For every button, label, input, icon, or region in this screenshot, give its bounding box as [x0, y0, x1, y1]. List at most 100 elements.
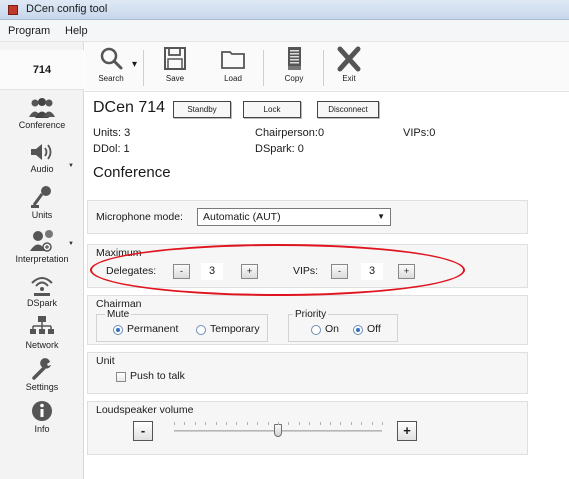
vips-increment-button[interactable]: +: [398, 264, 415, 279]
vips-decrement-button[interactable]: -: [331, 264, 348, 279]
delegates-value[interactable]: 3: [201, 263, 223, 280]
chevron-down-icon: ▼: [377, 212, 385, 221]
volume-increase-button[interactable]: +: [397, 421, 417, 441]
toolbar-divider: [263, 50, 264, 86]
load-button[interactable]: Load: [213, 46, 253, 90]
menu-program[interactable]: Program: [8, 25, 50, 37]
sidebar-item-units[interactable]: Units: [0, 183, 84, 229]
info-icon: [32, 401, 52, 421]
sidebar-item-label: Settings: [25, 382, 59, 392]
disconnect-button[interactable]: Disconnect: [317, 101, 379, 118]
sidebar-item-interpretation[interactable]: Interpretation ▼: [0, 227, 84, 273]
vips-count: VIPs:0: [403, 127, 436, 139]
ddol-count: DDol: 1: [93, 143, 130, 155]
volume-tick: [340, 422, 341, 425]
microphone-icon: [31, 186, 51, 208]
volume-tick: [184, 422, 185, 425]
units-count: Units: 3: [93, 127, 131, 139]
mute-group: Mute Permanent Temporary: [96, 309, 268, 342]
sidebar-item-info[interactable]: Info: [0, 397, 84, 443]
mute-permanent-label: Permanent: [127, 323, 179, 335]
sidebar-item-label: Network: [25, 340, 59, 350]
menu-help[interactable]: Help: [65, 25, 88, 37]
lock-button[interactable]: Lock: [243, 101, 301, 118]
search-icon: [100, 47, 123, 70]
sidebar-item-label: Conference: [18, 120, 66, 130]
priority-on-label: On: [325, 323, 340, 335]
priority-on-radio[interactable]: [311, 325, 321, 335]
folder-icon: [221, 51, 245, 69]
exit-button[interactable]: Exit: [329, 46, 369, 90]
delegates-label: Delegates:: [106, 265, 157, 277]
app-icon: [8, 5, 18, 15]
chairman-panel: Chairman Mute Permanent Temporary Priori…: [87, 295, 528, 345]
sidebar-item-label: Audio: [30, 164, 54, 174]
volume-tick: [174, 422, 175, 425]
wrench-icon: [32, 358, 51, 380]
copy-label: Copy: [284, 74, 304, 83]
save-icon: [164, 47, 186, 70]
chairperson-count: Chairperson:0: [255, 127, 325, 139]
delegates-decrement-button[interactable]: -: [173, 264, 190, 279]
volume-slider[interactable]: [174, 420, 383, 444]
volume-tick: [330, 422, 331, 425]
copy-button[interactable]: Copy: [274, 46, 314, 90]
sidebar-item-network[interactable]: Network: [0, 313, 84, 359]
volume-tick: [205, 422, 206, 425]
save-label: Save: [165, 74, 185, 83]
toolbar-divider: [143, 50, 144, 86]
chevron-down-icon[interactable]: ▼: [68, 241, 74, 247]
close-icon: [337, 46, 361, 72]
volume-tick: [216, 422, 217, 425]
push-to-talk-label: Push to talk: [130, 370, 185, 382]
mute-title: Mute: [105, 309, 132, 320]
window-title: DCen config tool: [26, 3, 108, 15]
network-icon: [30, 316, 54, 334]
chevron-down-icon[interactable]: ▼: [68, 163, 74, 169]
volume-tick: [288, 422, 289, 425]
push-to-talk-checkbox[interactable]: [116, 372, 126, 382]
device-name: DCen 714: [93, 99, 166, 116]
standby-button[interactable]: Standby: [173, 101, 231, 118]
toolbar: Search ▾ Save Load Copy Exit: [85, 42, 569, 92]
volume-tick: [195, 422, 196, 425]
people-icon: [29, 98, 55, 118]
microphone-mode-label: Microphone mode:: [96, 211, 183, 223]
vips-value[interactable]: 3: [361, 263, 383, 280]
volume-tick: [268, 422, 269, 425]
mute-temporary-radio[interactable]: [196, 325, 206, 335]
copy-icon: [288, 47, 301, 70]
volume-tick: [278, 422, 279, 425]
priority-title: Priority: [293, 309, 329, 320]
microphone-mode-select[interactable]: Automatic (AUT) ▼: [197, 208, 391, 226]
volume-tick: [257, 422, 258, 425]
volume-decrease-button[interactable]: -: [133, 421, 153, 441]
mute-permanent-radio[interactable]: [113, 325, 123, 335]
volume-tick: [320, 422, 321, 425]
volume-tick: [226, 422, 227, 425]
volume-thumb[interactable]: [274, 424, 282, 437]
sidebar-item-settings[interactable]: Settings: [0, 355, 84, 401]
sidebar-item-audio[interactable]: Audio ▼: [0, 139, 84, 185]
loudspeaker-panel: Loudspeaker volume - +: [87, 401, 528, 455]
volume-tick: [351, 422, 352, 425]
volume-tick: [299, 422, 300, 425]
menu-bar: Program Help: [0, 20, 569, 42]
interpretation-icon: [30, 230, 53, 252]
volume-tick: [361, 422, 362, 425]
sidebar-item-conference[interactable]: Conference: [0, 95, 84, 141]
microphone-mode-value: Automatic (AUT): [203, 211, 281, 223]
mute-temporary-label: Temporary: [210, 323, 260, 335]
section-title: Conference: [93, 164, 171, 181]
volume-tick: [236, 422, 237, 425]
sidebar-item-label: Interpretation: [15, 254, 69, 264]
save-button[interactable]: Save: [155, 46, 195, 90]
volume-tick: [382, 422, 383, 425]
search-button[interactable]: Search: [91, 46, 131, 90]
search-dropdown-icon[interactable]: ▾: [132, 59, 137, 70]
sidebar-item-label: Units: [31, 210, 53, 220]
loudspeaker-title: Loudspeaker volume: [96, 404, 194, 416]
priority-off-radio[interactable]: [353, 325, 363, 335]
sidebar-item-dspark[interactable]: DSpark: [0, 271, 84, 317]
delegates-increment-button[interactable]: +: [241, 264, 258, 279]
